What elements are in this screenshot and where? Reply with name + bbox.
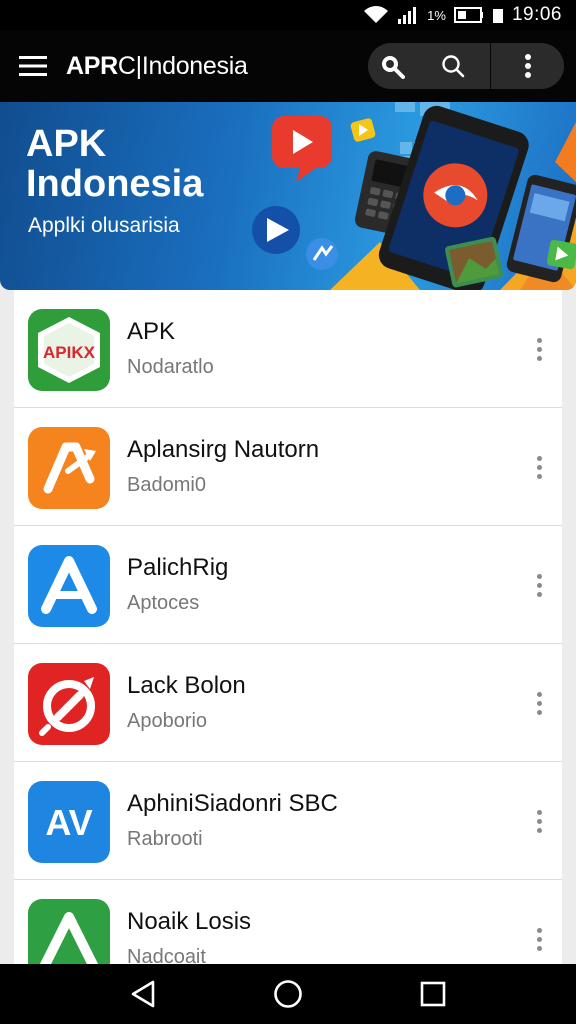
banner-title: APK Indonesia <box>26 124 203 204</box>
app-subtitle: Badomi0 <box>127 474 206 496</box>
item-more-icon[interactable] <box>524 445 554 489</box>
search-icon[interactable] <box>368 43 416 89</box>
app-name: Noaik Losis <box>127 908 252 935</box>
noaik-losis-app-icon <box>28 899 110 964</box>
lack-bolon-app-icon <box>28 663 110 745</box>
app-title-bold: APR <box>66 51 118 80</box>
play-bubble-icon <box>272 116 332 182</box>
app-name: PalichRig <box>127 554 229 581</box>
list-item[interactable]: AV AphiniSiadonri SBC Rabrooti <box>14 762 562 880</box>
app-bar-actions <box>368 43 564 89</box>
app-subtitle: Aptoces <box>127 592 200 614</box>
signal-icon <box>397 5 419 25</box>
item-more-icon[interactable] <box>524 681 554 725</box>
wifi-icon <box>363 5 389 25</box>
system-nav-bar <box>0 964 576 1024</box>
list-item[interactable]: Aplansirg Nautorn Badomi0 <box>14 408 562 526</box>
battery-icon <box>453 6 484 24</box>
menu-icon[interactable] <box>0 30 66 102</box>
apk-icon-text: APIKX <box>43 343 96 362</box>
more-vert-icon[interactable] <box>491 43 564 89</box>
app-title: APRC|Indonesia <box>66 52 248 81</box>
app-name: Lack Bolon <box>127 672 246 699</box>
home-icon[interactable] <box>258 964 318 1024</box>
app-subtitle: Nodaratlo <box>127 356 214 378</box>
palichrig-app-icon <box>28 545 110 627</box>
list-item[interactable]: Noaik Losis Nadcoait <box>14 880 562 964</box>
app-name: AphiniSiadonri SBC <box>127 790 338 817</box>
banner-title-line1: APK <box>26 123 107 165</box>
status-bar: 1% 19:06 <box>0 0 576 30</box>
app-list: APIKX APK Nodaratlo Aplansirg Nautorn Ba… <box>14 290 562 964</box>
aphinisiadonri-app-icon: AV <box>28 781 110 863</box>
apk-app-icon: APIKX <box>28 309 110 391</box>
battery-percent: 1% <box>427 7 446 23</box>
aplansirg-app-icon <box>28 427 110 509</box>
app-name: Aplansirg Nautorn <box>127 436 320 463</box>
app-title-rest: Indonesia <box>141 51 248 80</box>
battery-level-icon <box>492 6 504 24</box>
item-more-icon[interactable] <box>524 327 554 371</box>
list-item[interactable]: Lack Bolon Apoborio <box>14 644 562 762</box>
recents-icon[interactable] <box>403 964 463 1024</box>
status-time: 19:06 <box>511 4 562 25</box>
app-subtitle: Rabrooti <box>127 828 203 850</box>
av-icon-text: AV <box>45 802 92 843</box>
app-subtitle: Apoborio <box>127 710 208 732</box>
app-subtitle: Nadcoait <box>127 946 206 964</box>
promo-banner[interactable]: APK Indonesia Applki olusarisia <box>0 102 576 290</box>
list-item[interactable]: PalichRig Aptoces <box>14 526 562 644</box>
item-more-icon[interactable] <box>524 799 554 843</box>
item-more-icon[interactable] <box>524 917 554 961</box>
app-title-separator: C| <box>117 51 142 80</box>
item-more-icon[interactable] <box>524 563 554 607</box>
banner-subtitle: Applki olusarisia <box>28 214 180 237</box>
app-bar: APRC|Indonesia <box>0 30 576 102</box>
banner-title-line2: Indonesia <box>26 163 204 205</box>
back-icon[interactable] <box>113 964 173 1024</box>
search-outline-icon[interactable] <box>416 43 490 89</box>
list-item[interactable]: APIKX APK Nodaratlo <box>14 290 562 408</box>
app-name: APK <box>127 318 176 345</box>
